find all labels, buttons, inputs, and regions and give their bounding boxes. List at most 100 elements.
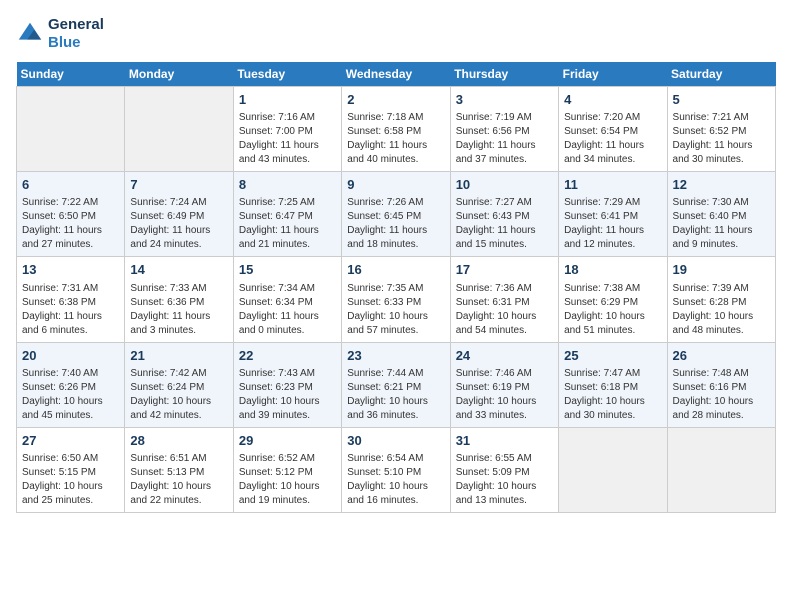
day-number: 16 xyxy=(347,261,444,279)
day-number: 12 xyxy=(673,176,770,194)
column-header-tuesday: Tuesday xyxy=(233,62,341,87)
day-info: Sunrise: 7:34 AMSunset: 6:34 PMDaylight:… xyxy=(239,282,336,338)
calendar-cell: 31 Sunrise: 6:55 AMSunset: 5:09 PMDayligh… xyxy=(450,427,558,512)
day-number: 18 xyxy=(564,261,661,279)
calendar-cell: 15 Sunrise: 7:34 AMSunset: 6:34 PMDayligh… xyxy=(233,257,341,342)
day-info: Sunrise: 7:38 AMSunset: 6:29 PMDaylight:… xyxy=(564,282,661,338)
day-number: 10 xyxy=(456,176,553,194)
week-row-1: 1Sunrise: 7:16 AMSunset: 7:00 PMDaylight… xyxy=(17,87,776,172)
calendar-cell: 6 Sunrise: 7:22 AMSunset: 6:50 PMDaylight… xyxy=(17,172,125,257)
day-number: 25 xyxy=(564,347,661,365)
day-info: Sunrise: 6:55 AMSunset: 5:09 PMDaylight:… xyxy=(456,452,553,508)
day-number: 1 xyxy=(239,91,336,109)
calendar-cell: 30 Sunrise: 6:54 AMSunset: 5:10 PMDayligh… xyxy=(342,427,450,512)
day-number: 23 xyxy=(347,347,444,365)
calendar-cell: 1Sunrise: 7:16 AMSunset: 7:00 PMDaylight… xyxy=(233,87,341,172)
day-number: 19 xyxy=(673,261,770,279)
day-number: 31 xyxy=(456,432,553,450)
calendar-cell: 8 Sunrise: 7:25 AMSunset: 6:47 PMDaylight… xyxy=(233,172,341,257)
day-number: 2 xyxy=(347,91,444,109)
day-info: Sunrise: 7:46 AMSunset: 6:19 PMDaylight:… xyxy=(456,367,553,423)
logo-icon xyxy=(16,20,44,48)
week-row-4: 20 Sunrise: 7:40 AMSunset: 6:26 PMDayligh… xyxy=(17,342,776,427)
logo: General Blue xyxy=(16,16,104,52)
calendar-cell: 24 Sunrise: 7:46 AMSunset: 6:19 PMDayligh… xyxy=(450,342,558,427)
day-number: 26 xyxy=(673,347,770,365)
calendar-cell: 21Sunrise: 7:42 AMSunset: 6:24 PMDayligh… xyxy=(125,342,233,427)
day-info: Sunrise: 7:39 AMSunset: 6:28 PMDaylight:… xyxy=(673,282,770,338)
day-info: Sunrise: 7:22 AMSunset: 6:50 PMDaylight:… xyxy=(22,196,119,252)
day-info: Sunrise: 7:47 AMSunset: 6:18 PMDaylight:… xyxy=(564,367,661,423)
day-info: Sunrise: 7:31 AMSunset: 6:38 PMDaylight:… xyxy=(22,282,119,338)
day-info: Sunrise: 7:40 AMSunset: 6:26 PMDaylight:… xyxy=(22,367,119,423)
calendar-cell xyxy=(667,427,775,512)
calendar-cell: 7 Sunrise: 7:24 AMSunset: 6:49 PMDaylight… xyxy=(125,172,233,257)
calendar-table: SundayMondayTuesdayWednesdayThursdayFrid… xyxy=(16,62,776,513)
day-number: 5 xyxy=(673,91,770,109)
day-info: Sunrise: 7:20 AMSunset: 6:54 PMDaylight:… xyxy=(564,111,661,167)
calendar-cell: 13 Sunrise: 7:31 AMSunset: 6:38 PMDayligh… xyxy=(17,257,125,342)
header-row: SundayMondayTuesdayWednesdayThursdayFrid… xyxy=(17,62,776,87)
day-number: 3 xyxy=(456,91,553,109)
day-number: 7 xyxy=(130,176,227,194)
day-info: Sunrise: 7:44 AMSunset: 6:21 PMDaylight:… xyxy=(347,367,444,423)
day-info: Sunrise: 7:48 AMSunset: 6:16 PMDaylight:… xyxy=(673,367,770,423)
week-row-3: 13 Sunrise: 7:31 AMSunset: 6:38 PMDayligh… xyxy=(17,257,776,342)
week-row-5: 27Sunrise: 6:50 AMSunset: 5:15 PMDayligh… xyxy=(17,427,776,512)
day-number: 21 xyxy=(130,347,227,365)
day-info: Sunrise: 6:52 AMSunset: 5:12 PMDaylight:… xyxy=(239,452,336,508)
calendar-cell: 4 Sunrise: 7:20 AMSunset: 6:54 PMDaylight… xyxy=(559,87,667,172)
day-info: Sunrise: 7:24 AMSunset: 6:49 PMDaylight:… xyxy=(130,196,227,252)
calendar-cell: 19 Sunrise: 7:39 AMSunset: 6:28 PMDayligh… xyxy=(667,257,775,342)
calendar-cell: 27Sunrise: 6:50 AMSunset: 5:15 PMDayligh… xyxy=(17,427,125,512)
day-info: Sunrise: 7:25 AMSunset: 6:47 PMDaylight:… xyxy=(239,196,336,252)
day-number: 9 xyxy=(347,176,444,194)
day-info: Sunrise: 7:29 AMSunset: 6:41 PMDaylight:… xyxy=(564,196,661,252)
day-number: 6 xyxy=(22,176,119,194)
day-info: Sunrise: 7:35 AMSunset: 6:33 PMDaylight:… xyxy=(347,282,444,338)
column-header-monday: Monday xyxy=(125,62,233,87)
column-header-saturday: Saturday xyxy=(667,62,775,87)
calendar-cell: 9 Sunrise: 7:26 AMSunset: 6:45 PMDaylight… xyxy=(342,172,450,257)
calendar-cell: 25 Sunrise: 7:47 AMSunset: 6:18 PMDayligh… xyxy=(559,342,667,427)
column-header-sunday: Sunday xyxy=(17,62,125,87)
day-number: 15 xyxy=(239,261,336,279)
calendar-cell: 16 Sunrise: 7:35 AMSunset: 6:33 PMDayligh… xyxy=(342,257,450,342)
calendar-cell: 29 Sunrise: 6:52 AMSunset: 5:12 PMDayligh… xyxy=(233,427,341,512)
calendar-cell: 10 Sunrise: 7:27 AMSunset: 6:43 PMDayligh… xyxy=(450,172,558,257)
day-number: 17 xyxy=(456,261,553,279)
day-number: 11 xyxy=(564,176,661,194)
day-number: 4 xyxy=(564,91,661,109)
logo-text: General Blue xyxy=(48,16,104,52)
day-info: Sunrise: 7:21 AMSunset: 6:52 PMDaylight:… xyxy=(673,111,770,167)
day-number: 22 xyxy=(239,347,336,365)
day-info: Sunrise: 7:36 AMSunset: 6:31 PMDaylight:… xyxy=(456,282,553,338)
day-number: 20 xyxy=(22,347,119,365)
day-info: Sunrise: 7:30 AMSunset: 6:40 PMDaylight:… xyxy=(673,196,770,252)
day-number: 8 xyxy=(239,176,336,194)
day-info: Sunrise: 7:33 AMSunset: 6:36 PMDaylight:… xyxy=(130,282,227,338)
day-number: 29 xyxy=(239,432,336,450)
calendar-cell: 14 Sunrise: 7:33 AMSunset: 6:36 PMDayligh… xyxy=(125,257,233,342)
day-info: Sunrise: 7:18 AMSunset: 6:58 PMDaylight:… xyxy=(347,111,444,167)
day-info: Sunrise: 6:51 AMSunset: 5:13 PMDaylight:… xyxy=(130,452,227,508)
day-info: Sunrise: 7:43 AMSunset: 6:23 PMDaylight:… xyxy=(239,367,336,423)
calendar-cell: 2 Sunrise: 7:18 AMSunset: 6:58 PMDaylight… xyxy=(342,87,450,172)
page-header: General Blue xyxy=(16,16,776,52)
day-number: 13 xyxy=(22,261,119,279)
day-info: Sunrise: 6:54 AMSunset: 5:10 PMDaylight:… xyxy=(347,452,444,508)
column-header-wednesday: Wednesday xyxy=(342,62,450,87)
day-number: 14 xyxy=(130,261,227,279)
calendar-cell: 17 Sunrise: 7:36 AMSunset: 6:31 PMDayligh… xyxy=(450,257,558,342)
day-number: 24 xyxy=(456,347,553,365)
day-info: Sunrise: 7:26 AMSunset: 6:45 PMDaylight:… xyxy=(347,196,444,252)
calendar-cell: 12 Sunrise: 7:30 AMSunset: 6:40 PMDayligh… xyxy=(667,172,775,257)
day-info: Sunrise: 7:27 AMSunset: 6:43 PMDaylight:… xyxy=(456,196,553,252)
column-header-thursday: Thursday xyxy=(450,62,558,87)
day-number: 30 xyxy=(347,432,444,450)
calendar-cell: 11 Sunrise: 7:29 AMSunset: 6:41 PMDayligh… xyxy=(559,172,667,257)
calendar-cell: 20 Sunrise: 7:40 AMSunset: 6:26 PMDayligh… xyxy=(17,342,125,427)
day-number: 27 xyxy=(22,432,119,450)
calendar-cell: 23 Sunrise: 7:44 AMSunset: 6:21 PMDayligh… xyxy=(342,342,450,427)
calendar-cell: 22 Sunrise: 7:43 AMSunset: 6:23 PMDayligh… xyxy=(233,342,341,427)
